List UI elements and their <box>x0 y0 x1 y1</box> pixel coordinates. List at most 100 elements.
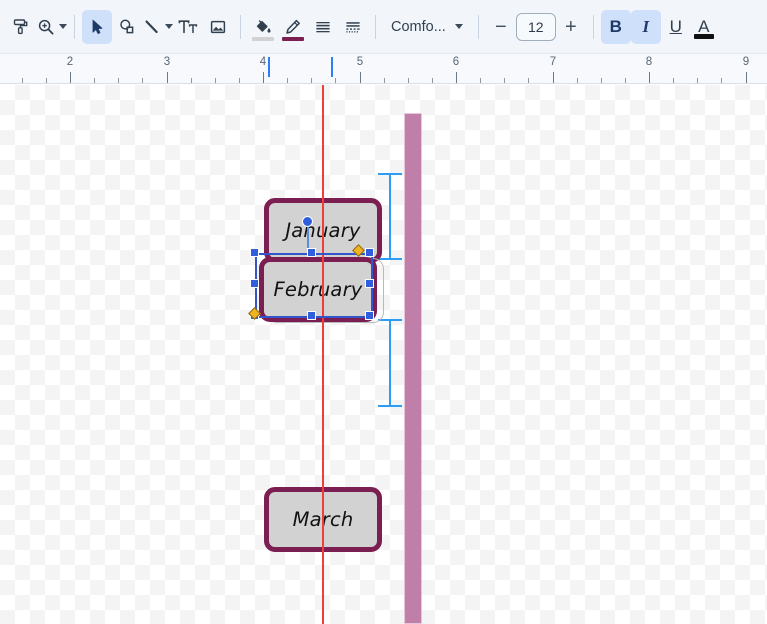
ruler-tick <box>22 78 23 83</box>
chevron-down-icon[interactable] <box>165 24 173 29</box>
ruler-tick <box>263 72 264 83</box>
resize-handle-middle-right[interactable] <box>365 279 374 288</box>
spacing-guide-bottom <box>378 319 402 407</box>
paint-roller-icon <box>13 18 28 34</box>
ruler-tick <box>504 78 505 83</box>
resize-handle-top-left[interactable] <box>250 248 259 257</box>
ruler-tick <box>601 78 602 83</box>
ruler-tick <box>721 78 722 83</box>
shapes-icon <box>120 19 134 33</box>
underline-label: U <box>669 17 682 36</box>
font-color-button[interactable]: A <box>691 10 717 44</box>
cursor-arrow-icon <box>92 19 103 34</box>
text-tool[interactable] <box>173 10 203 44</box>
ruler-number: 4 <box>259 56 267 68</box>
line-pattern-tool[interactable] <box>338 10 368 44</box>
fill-color-swatch <box>252 36 274 41</box>
ruler-selection-guide <box>331 57 333 77</box>
ruler-tick <box>384 78 385 83</box>
text-tt-icon <box>178 19 198 33</box>
increase-font-size-label: + <box>564 15 577 38</box>
decrease-font-size-button[interactable]: − <box>486 10 516 44</box>
pink-vertical-bar[interactable] <box>404 113 422 624</box>
format-painter-icon[interactable] <box>6 10 36 44</box>
horizontal-ruler[interactable]: 2 3 4 5 6 7 8 9 <box>0 54 767 84</box>
ruler-tick <box>70 72 71 83</box>
spacing-guide-cap-top <box>378 173 402 175</box>
font-size-input[interactable]: 12 <box>515 12 556 41</box>
magnifier-icon <box>38 19 54 35</box>
spacing-guide-line <box>389 319 391 407</box>
bold-label: B <box>609 17 622 36</box>
pencil-icon <box>286 19 300 34</box>
line-icon <box>145 19 158 33</box>
ruler-tick <box>625 78 626 83</box>
image-tool[interactable] <box>203 10 233 44</box>
italic-label: I <box>642 17 650 36</box>
ruler-tick <box>480 78 481 83</box>
ruler-tick <box>553 72 554 83</box>
bold-button[interactable]: B <box>600 9 631 44</box>
select-tool[interactable] <box>82 9 112 44</box>
line-color-swatch <box>282 36 304 41</box>
line-color-tool[interactable] <box>278 10 308 44</box>
resize-handle-bottom-center[interactable] <box>307 311 316 320</box>
resize-handle-middle-left[interactable] <box>250 279 259 288</box>
line-style-tool[interactable] <box>308 10 338 44</box>
ruler-tick <box>142 78 143 83</box>
spacing-guide-cap-top <box>378 319 402 321</box>
increase-font-size-button[interactable]: + <box>556 10 586 44</box>
ruler-selection-guide <box>268 57 270 77</box>
drawing-canvas[interactable]: January March April February <box>0 85 767 624</box>
resize-handle-top-right[interactable] <box>365 248 374 257</box>
font-color-label: A <box>698 17 710 36</box>
ruler-tick <box>239 78 240 83</box>
toolbar-divider-3 <box>375 14 376 39</box>
ruler-tick <box>94 78 95 83</box>
toolbar: Comfo... − 12 + B I U A <box>0 0 767 54</box>
ruler-number: 9 <box>742 56 750 68</box>
font-family-value: Comfo... <box>391 18 446 35</box>
toolbar-divider-4 <box>477 14 479 39</box>
underline-button[interactable]: U <box>661 10 691 44</box>
ruler-tick <box>408 78 409 83</box>
ruler-number: 7 <box>549 56 557 68</box>
font-size-value: 12 <box>528 18 544 35</box>
font-color-swatch <box>693 33 714 39</box>
ruler-tick <box>215 78 216 83</box>
fill-color-tool[interactable] <box>248 10 278 44</box>
font-family-select[interactable]: Comfo... <box>383 10 471 44</box>
shape-tool[interactable] <box>112 10 142 44</box>
rotation-handle[interactable] <box>302 216 313 227</box>
ruler-tick <box>649 72 650 83</box>
ruler-tick <box>46 78 47 83</box>
paint-bucket-icon <box>256 19 271 33</box>
ruler-tick <box>456 72 457 83</box>
line-tool[interactable] <box>142 10 173 44</box>
red-alignment-guide <box>322 85 324 624</box>
ruler-tick <box>191 78 192 83</box>
ruler-number: 2 <box>66 56 74 68</box>
ruler-number: 5 <box>356 56 364 68</box>
resize-handle-bottom-right[interactable] <box>365 311 374 320</box>
chevron-down-icon[interactable] <box>59 24 67 29</box>
toolbar-divider-1 <box>74 14 75 39</box>
ruler-tick <box>167 72 168 83</box>
italic-button[interactable]: I <box>630 9 661 44</box>
ruler-tick <box>697 78 698 83</box>
ruler-tick <box>528 78 529 83</box>
selection-outline <box>255 253 373 318</box>
ruler-number: 6 <box>452 56 460 68</box>
ruler-tick <box>360 72 361 83</box>
ruler-tick <box>118 78 119 83</box>
chevron-down-icon[interactable] <box>454 24 463 29</box>
resize-handle-top-center[interactable] <box>307 248 316 257</box>
ruler-number: 3 <box>163 56 171 68</box>
zoom-tool[interactable] <box>36 10 67 44</box>
spacing-guide-cap-bottom <box>378 258 402 260</box>
ruler-tick <box>577 78 578 83</box>
ruler-tick <box>287 78 288 83</box>
toolbar-divider-5 <box>592 14 594 39</box>
ruler-number: 8 <box>645 56 653 68</box>
selection-frame <box>248 216 374 320</box>
